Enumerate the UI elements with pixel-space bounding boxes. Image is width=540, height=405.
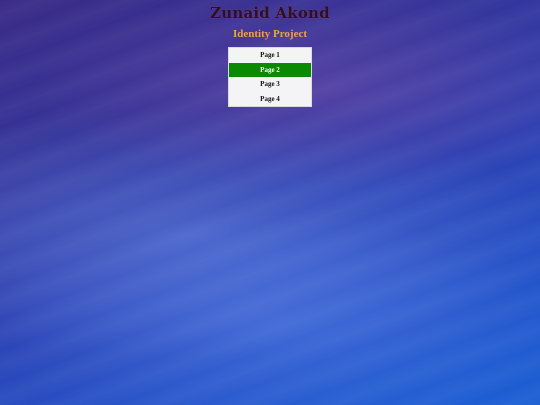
nav-item-page-3[interactable]: Page 3 — [229, 77, 311, 92]
page-nav: Page 1 Page 2 Page 3 Page 4 — [228, 47, 312, 107]
nav-item-page-2[interactable]: Page 2 — [229, 62, 311, 77]
nav-item-page-1[interactable]: Page 1 — [229, 48, 311, 63]
page-header: Zunaid Akond — [0, 3, 540, 22]
site-subtitle: Identity Project — [232, 28, 308, 40]
nav-item-page-4[interactable]: Page 4 — [229, 92, 311, 107]
site-title: Zunaid Akond — [210, 4, 330, 22]
